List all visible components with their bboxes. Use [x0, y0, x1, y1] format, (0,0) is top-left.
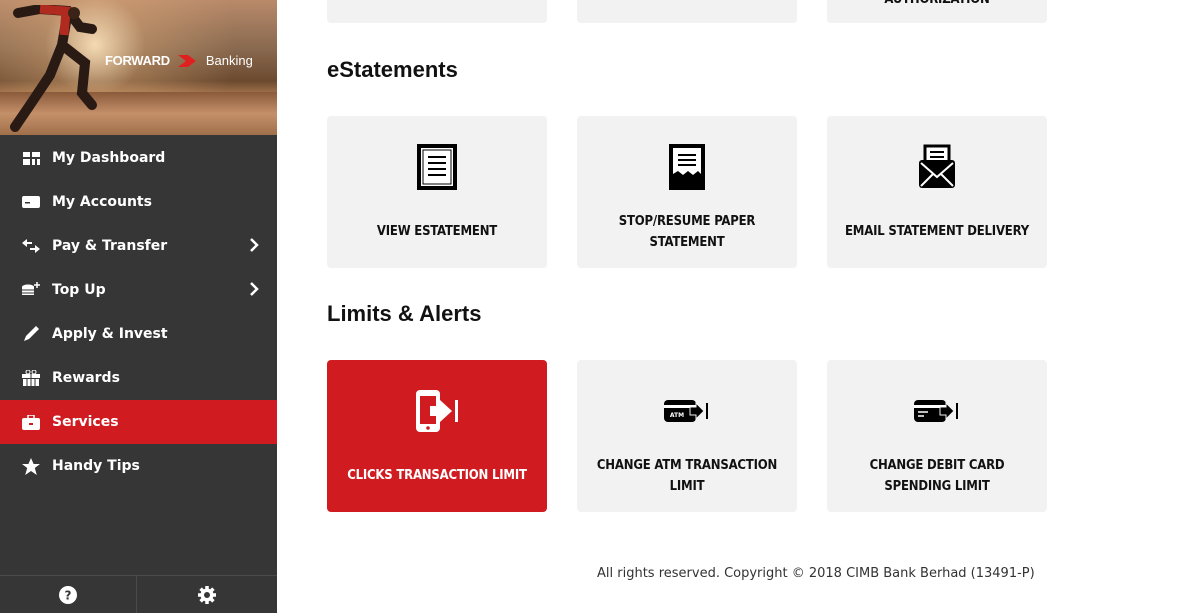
star-icon [22, 457, 40, 475]
card-clicks-transaction-limit[interactable]: CLICKS TRANSACTION LIMIT [327, 360, 547, 512]
section-title-estatements: eStatements [327, 57, 458, 82]
card-top-2[interactable] [577, 0, 797, 23]
sidebar-item-label: Handy Tips [52, 458, 140, 474]
sidebar-item-label: My Accounts [52, 194, 152, 210]
settings-icon [198, 585, 216, 604]
help-icon: ? [59, 585, 77, 604]
transfer-icon [22, 237, 40, 255]
mobile-limit-icon [327, 388, 547, 434]
hero-banner: FORWARD Banking [0, 0, 277, 135]
section-title-limits-alerts: Limits & Alerts [327, 301, 482, 326]
sidebar-item-top-up[interactable]: Top Up [0, 268, 277, 312]
paper-statement-icon [577, 144, 797, 190]
card-label: CLICKS TRANSACTION LIMIT [347, 468, 527, 483]
runner-image [10, 5, 97, 132]
card-icon [22, 193, 40, 211]
card-label: VIEW ESTATEMENT [376, 224, 498, 239]
main-content: AUTHORIZATION eStatements VIEW ESTATEMEN… [277, 0, 1203, 613]
email-statement-icon [827, 144, 1047, 190]
gift-icon [22, 369, 40, 387]
card-label: STOP/RESUME PAPER STATEMENT [618, 214, 756, 250]
document-icon [327, 144, 547, 190]
card-change-debit-card-spending-limit[interactable]: CHANGE DEBIT CARD SPENDING LIMIT [827, 360, 1047, 512]
chevron-right-icon [250, 282, 259, 296]
sidebar-item-handy-tips[interactable]: Handy Tips [0, 444, 277, 488]
sidebar-item-label: Pay & Transfer [52, 238, 168, 254]
card-view-estatement[interactable]: VIEW ESTATEMENT [327, 116, 547, 268]
card-stop-resume-paper-statement[interactable]: STOP/RESUME PAPER STATEMENT [577, 116, 797, 268]
card-label: CHANGE ATM TRANSACTION LIMIT [596, 458, 778, 494]
sidebar-item-label: Apply & Invest [52, 326, 168, 342]
atm-card-limit-icon: ATM [577, 400, 797, 422]
help-button[interactable]: ? [0, 576, 137, 613]
card-change-atm-transaction-limit[interactable]: ATM CHANGE ATM TRANSACTION LIMIT [577, 360, 797, 512]
sidebar-item-label: Top Up [52, 282, 106, 298]
card-label: CHANGE DEBIT CARD SPENDING LIMIT [869, 458, 1005, 494]
dashboard-icon [22, 149, 40, 167]
chevron-logo-icon [177, 54, 196, 67]
card-email-statement-delivery[interactable]: EMAIL STATEMENT DELIVERY [827, 116, 1047, 268]
card-authorization[interactable]: AUTHORIZATION [827, 0, 1047, 23]
sidebar-item-my-dashboard[interactable]: My Dashboard [0, 136, 277, 180]
debit-card-limit-icon [827, 400, 1047, 422]
sidebar-item-my-accounts[interactable]: My Accounts [0, 180, 277, 224]
card-label: EMAIL STATEMENT DELIVERY [845, 224, 1029, 239]
briefcase-icon [22, 413, 40, 431]
brand-logo: FORWARD Banking [105, 53, 253, 68]
card-label: AUTHORIZATION [835, 0, 1039, 10]
sidebar-item-services[interactable]: Services [0, 400, 277, 444]
sidebar-footer: ? [0, 575, 277, 613]
sidebar-item-label: My Dashboard [52, 150, 166, 166]
settings-button[interactable] [137, 576, 277, 613]
sidebar-item-apply-invest[interactable]: Apply & Invest [0, 312, 277, 356]
footer-copyright: All rights reserved. Copyright © 2018 CI… [597, 566, 1035, 581]
sidebar-item-pay-transfer[interactable]: Pay & Transfer [0, 224, 277, 268]
sidebar-item-rewards[interactable]: Rewards [0, 356, 277, 400]
sidebar: FORWARD Banking My Dashboard My Accounts… [0, 0, 277, 613]
svg-text:?: ? [65, 588, 72, 602]
pen-icon [22, 325, 40, 343]
sidebar-item-label: Services [52, 414, 119, 430]
svg-text:ATM: ATM [670, 412, 684, 419]
card-top-1[interactable] [327, 0, 547, 23]
sidebar-nav: My Dashboard My Accounts Pay & Transfer … [0, 136, 277, 488]
coins-icon [22, 281, 40, 299]
sidebar-item-label: Rewards [52, 370, 120, 386]
chevron-right-icon [250, 238, 259, 252]
